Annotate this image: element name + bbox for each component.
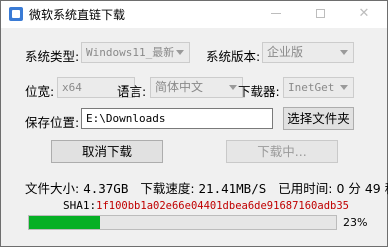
system-type-label: 系统类型: xyxy=(25,49,80,64)
speed-value: 21.41MB/S xyxy=(198,181,267,196)
minimize-button[interactable] xyxy=(254,1,298,28)
arch-label: 位宽: xyxy=(25,84,55,99)
save-path-label: 保存位置: xyxy=(25,115,80,130)
download-progress-bar xyxy=(28,215,337,230)
language-label: 语言: xyxy=(117,84,147,99)
system-type-value: Windows11_最新 xyxy=(86,46,175,59)
chevron-down-icon xyxy=(340,50,348,55)
language-value: 简体中文 xyxy=(155,80,204,94)
maximize-button[interactable] xyxy=(298,1,342,28)
status-line: 文件大小: 4.37GB 下载速度: 21.41MB/S 已用时间: 0 分 4… xyxy=(25,178,388,197)
progress-percent: 23% xyxy=(343,216,368,229)
title-bar[interactable]: 微软系统直链下载 ✕ xyxy=(1,1,387,28)
app-icon xyxy=(9,7,23,21)
download-button[interactable]: 下载中... xyxy=(226,140,338,163)
choose-folder-button[interactable]: 选择文件夹 xyxy=(283,107,354,130)
speed-label: 下载速度: xyxy=(140,181,195,196)
minimize-icon xyxy=(271,13,281,14)
cancel-download-button[interactable]: 取消下载 xyxy=(51,140,163,163)
app-window: 微软系统直链下载 ✕ 系统类型: Windows11_最新 系统版本: 企业版 … xyxy=(0,0,388,247)
close-icon: ✕ xyxy=(358,6,370,21)
system-edition-label: 系统版本: xyxy=(206,49,261,64)
chevron-down-icon xyxy=(176,50,184,55)
arch-value: x64 xyxy=(62,81,82,94)
downloader-label: 下载器: xyxy=(238,84,280,99)
chevron-down-icon xyxy=(340,85,348,90)
window-title: 微软系统直链下载 xyxy=(29,8,126,22)
file-size-label: 文件大小: xyxy=(25,181,80,196)
file-size-value: 4.37GB xyxy=(83,181,129,196)
sha1-label: SHA1: xyxy=(63,199,97,212)
chevron-down-icon xyxy=(229,85,237,90)
system-edition-select[interactable]: 企业版 xyxy=(262,42,354,63)
system-edition-value: 企业版 xyxy=(267,45,304,59)
system-type-select[interactable]: Windows11_最新 xyxy=(81,42,190,63)
downloader-select[interactable]: InetGet xyxy=(283,77,354,98)
language-select[interactable]: 简体中文 xyxy=(150,77,243,98)
sha1-value: 1f100bb1a02e66e04401dbea6de91687160adb35 xyxy=(96,200,349,212)
progress-fill xyxy=(29,216,100,229)
sha1-line: SHA1:1f100bb1a02e66e04401dbea6de91687160… xyxy=(63,197,349,212)
elapsed-label: 已用时间: xyxy=(278,181,333,196)
maximize-icon xyxy=(315,9,325,18)
downloader-value: InetGet xyxy=(288,81,335,94)
elapsed-value: 0 分 49 秒 xyxy=(336,181,388,196)
save-path-input[interactable]: E:\Downloads xyxy=(81,108,273,129)
close-button[interactable]: ✕ xyxy=(342,1,386,28)
